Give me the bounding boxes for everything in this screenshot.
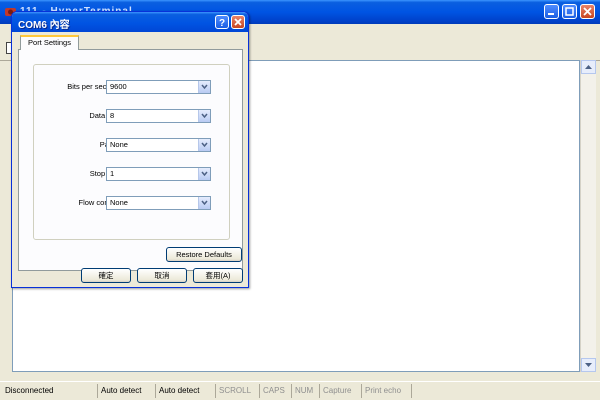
bits-per-second-value: 9600 [110,82,127,91]
port-settings-panel: Bits per second: 9600 Data bits: 8 Parit… [18,49,243,271]
horizontal-scrollbar[interactable] [12,372,580,381]
chevron-down-icon[interactable] [198,139,210,151]
status-print-echo: Print echo [362,384,412,398]
chevron-down-icon[interactable] [198,81,210,93]
tab-port-settings[interactable]: Port Settings [20,35,79,50]
status-caps: CAPS [260,384,292,398]
data-bits-value: 8 [110,111,115,120]
parity-value: None [110,140,128,149]
ok-button[interactable]: 確定 [81,268,131,283]
dialog-title: COM6 內容 [18,20,70,31]
restore-defaults-button[interactable]: Restore Defaults [166,247,242,262]
data-bits-select[interactable]: 8 [106,109,211,123]
scroll-down-button[interactable] [581,358,596,372]
stop-bits-value: 1 [110,169,115,178]
status-num: NUM [292,384,320,398]
help-icon: ? [219,18,225,28]
flow-control-select[interactable]: None [106,196,211,210]
stop-bits-select[interactable]: 1 [106,167,211,181]
status-scroll: SCROLL [216,384,260,398]
com-properties-dialog: COM6 內容 ? Port Settings Bits per second:… [11,11,249,288]
status-capture: Capture [320,384,362,398]
status-detect-2: Auto detect [156,384,216,398]
status-connection: Disconnected [2,384,98,398]
dialog-close-button[interactable] [231,15,245,29]
maximize-button[interactable] [562,4,577,19]
chevron-down-icon[interactable] [198,197,210,209]
vertical-scrollbar[interactable] [580,60,596,372]
status-bar: Disconnected Auto detect Auto detect SCR… [0,381,600,400]
cancel-button[interactable]: 取消 [137,268,187,283]
chevron-down-icon[interactable] [198,168,210,180]
apply-button[interactable]: 套用(A) [193,268,243,283]
minimize-button[interactable] [544,4,559,19]
port-settings-group: Bits per second: 9600 Data bits: 8 Parit… [33,64,230,240]
svg-text:?: ? [219,18,225,28]
arrow-up-icon [585,65,592,69]
parity-select[interactable]: None [106,138,211,152]
close-button[interactable] [580,4,595,19]
arrow-down-icon [585,363,592,367]
chevron-down-icon[interactable] [198,110,210,122]
bits-per-second-select[interactable]: 9600 [106,80,211,94]
help-button[interactable]: ? [215,15,229,29]
scroll-up-button[interactable] [581,60,596,74]
flow-control-value: None [110,198,128,207]
close-icon [583,7,592,16]
status-detect-1: Auto detect [98,384,156,398]
close-icon [234,18,242,26]
maximize-icon [565,7,574,16]
minimize-icon [548,13,554,15]
dialog-title-bar[interactable]: COM6 內容 ? [12,12,248,32]
